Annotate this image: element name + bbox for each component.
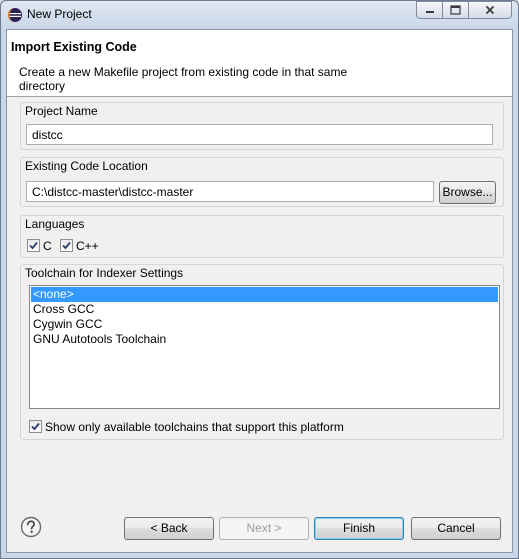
toolchain-group: Toolchain for Indexer Settings <none> Cr… (20, 264, 504, 440)
checkmark-icon (62, 241, 71, 250)
finish-button[interactable]: Finish (314, 517, 404, 540)
language-cpp-label: C++ (76, 239, 99, 253)
toolchain-list[interactable]: <none> Cross GCC Cygwin GCC GNU Autotool… (29, 285, 500, 409)
window-title: New Project (27, 7, 92, 21)
language-cpp-checkbox[interactable] (60, 239, 73, 252)
toolchain-label: Toolchain for Indexer Settings (25, 266, 184, 280)
checkmark-icon (31, 422, 40, 431)
title-bar[interactable]: New Project (1, 1, 518, 29)
browse-button[interactable]: Browse... (439, 181, 496, 204)
close-icon (485, 5, 495, 15)
toolchain-item-cygwin-gcc[interactable]: Cygwin GCC (31, 317, 498, 332)
project-name-group: Project Name distcc (20, 102, 504, 150)
cancel-button[interactable]: Cancel (411, 517, 501, 540)
window-controls (416, 1, 512, 21)
project-name-field[interactable]: distcc (26, 124, 493, 145)
new-project-window: New Project Import Existing Code Create … (0, 0, 519, 559)
toolchain-item-gnu-autotools[interactable]: GNU Autotools Toolchain (31, 332, 498, 347)
page-description: Create a new Makefile project from exist… (19, 65, 348, 93)
languages-group: Languages C C++ (20, 215, 504, 258)
page-title: Import Existing Code (11, 40, 137, 54)
help-icon[interactable] (20, 516, 42, 538)
maximize-button[interactable] (443, 1, 469, 19)
wizard-header: Import Existing Code Create a new Makefi… (7, 30, 512, 97)
back-button[interactable]: < Back (124, 517, 214, 540)
code-location-group: Existing Code Location C:\distcc-master\… (20, 157, 504, 207)
next-button[interactable]: Next > (219, 517, 309, 540)
languages-label: Languages (25, 217, 85, 231)
minimize-button[interactable] (416, 1, 443, 19)
show-available-toolchains-checkbox[interactable] (29, 420, 42, 433)
checkmark-icon (29, 241, 38, 250)
code-location-label: Existing Code Location (25, 159, 148, 173)
code-location-field[interactable]: C:\distcc-master\distcc-master (26, 181, 434, 202)
toolchain-item-cross-gcc[interactable]: Cross GCC (31, 302, 498, 317)
close-button[interactable] (469, 1, 512, 19)
minimize-icon (425, 11, 434, 13)
language-c-label: C (43, 239, 52, 253)
maximize-icon (450, 5, 461, 15)
show-available-toolchains-label: Show only available toolchains that supp… (45, 420, 344, 434)
language-c-checkbox[interactable] (27, 239, 40, 252)
dialog-content: Import Existing Code Create a new Makefi… (6, 29, 513, 553)
eclipse-icon (8, 8, 22, 22)
project-name-label: Project Name (25, 104, 98, 118)
toolchain-item-none[interactable]: <none> (31, 287, 498, 302)
